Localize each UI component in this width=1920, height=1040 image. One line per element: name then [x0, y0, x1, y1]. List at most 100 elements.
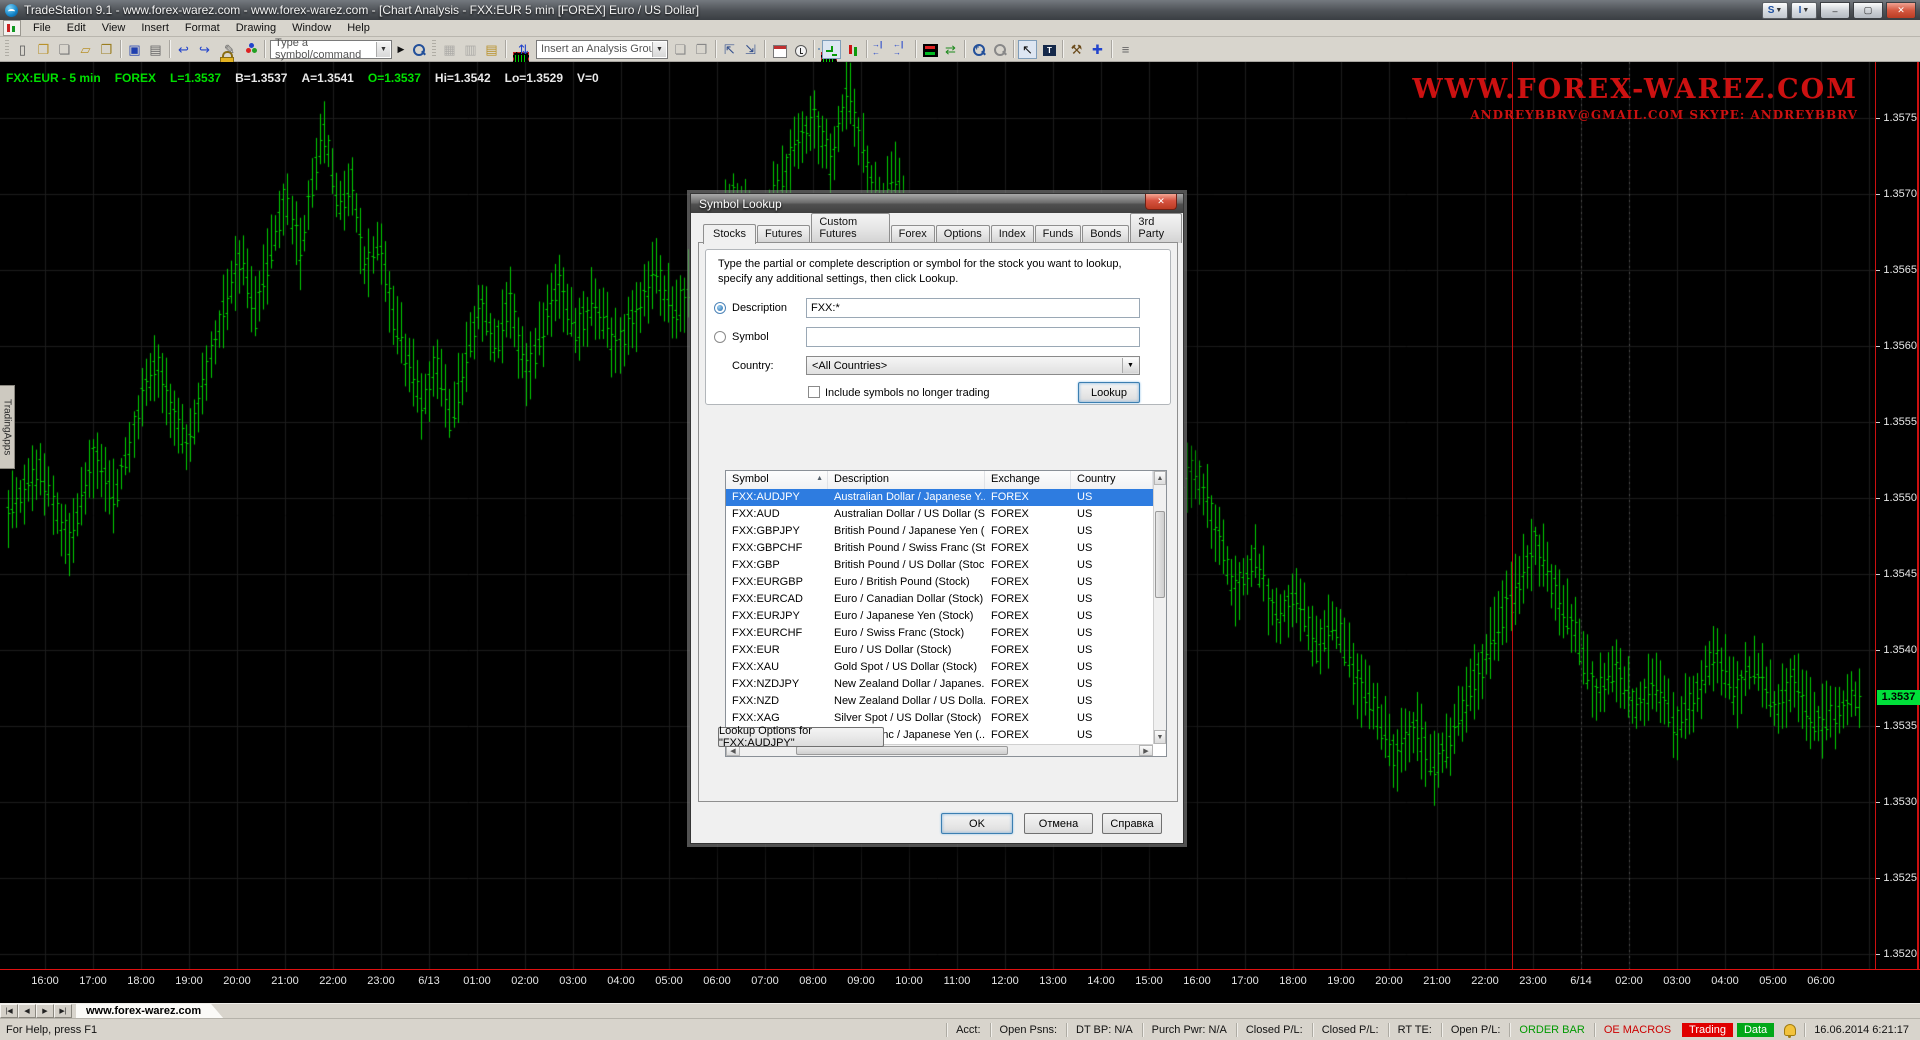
- menu-item-window[interactable]: Window: [284, 21, 339, 35]
- dialog-tab-stocks[interactable]: Stocks: [703, 224, 756, 244]
- tools-icon[interactable]: ⚒: [1067, 40, 1086, 59]
- zoom-in-icon[interactable]: +: [969, 40, 988, 59]
- table-row[interactable]: FXX:GBPJPYBritish Pound / Japanese Yen (…: [726, 523, 1153, 540]
- table-row[interactable]: FXX:EURJPYEuro / Japanese Yen (Stock)FOR…: [726, 608, 1153, 625]
- lock-icon[interactable]: [216, 48, 218, 50]
- dialog-title-bar[interactable]: Symbol Lookup: [691, 194, 1183, 213]
- chevron-down-icon[interactable]: ▼: [1122, 358, 1138, 373]
- symbol-results-table[interactable]: Symbol▲DescriptionExchangeCountry FXX:AU…: [725, 470, 1167, 757]
- candlestick-style-icon[interactable]: [843, 40, 862, 59]
- aux-button-s[interactable]: S▼: [1762, 2, 1788, 19]
- include-symbols-checkbox[interactable]: [808, 386, 820, 398]
- menu-item-insert[interactable]: Insert: [133, 21, 177, 35]
- run-command-button[interactable]: ▶: [394, 40, 408, 59]
- dialog-close-button[interactable]: ✕: [1145, 194, 1177, 210]
- country-select[interactable]: <All Countries> ▼: [806, 356, 1140, 375]
- dialog-tab-forex[interactable]: Forex: [891, 225, 935, 243]
- table-row[interactable]: FXX:EUREuro / US Dollar (Stock)FOREXUS: [726, 642, 1153, 659]
- time-axis[interactable]: 16:0017:0018:0019:0020:0021:0022:0023:00…: [0, 969, 1920, 1003]
- print-icon[interactable]: ▤: [146, 40, 165, 59]
- add-study-icon[interactable]: ✚: [1088, 40, 1107, 59]
- table-row[interactable]: FXX:XAUGold Spot / US Dollar (Stock)FORE…: [726, 659, 1153, 676]
- chart-app-icon[interactable]: [3, 20, 21, 36]
- menu-item-drawing[interactable]: Drawing: [228, 21, 284, 35]
- scroll-down-icon[interactable]: ▼: [1154, 730, 1166, 744]
- window-cascade-icon[interactable]: ❐: [692, 40, 711, 59]
- first-workspace-button[interactable]: |◀: [0, 1004, 18, 1018]
- sort-icon[interactable]: ⇅: [514, 40, 533, 59]
- new-workspace-icon[interactable]: ▯: [13, 40, 32, 59]
- pointer-icon[interactable]: ↖: [1018, 40, 1037, 59]
- column-header-country[interactable]: Country: [1071, 471, 1153, 489]
- symbol-radio[interactable]: [714, 331, 726, 343]
- workspace-tab[interactable]: www.forex-warez.com: [76, 1004, 223, 1018]
- description-input[interactable]: [806, 298, 1140, 318]
- window-back-icon[interactable]: ↩: [174, 40, 193, 59]
- table-row[interactable]: FXX:GBPCHFBritish Pound / Swiss Franc (S…: [726, 540, 1153, 557]
- window-tile-icon[interactable]: ❏: [671, 40, 690, 59]
- menu-item-file[interactable]: File: [25, 21, 59, 35]
- save-icon[interactable]: ▣: [125, 40, 144, 59]
- column-header-exchange[interactable]: Exchange: [985, 471, 1071, 489]
- title-bar[interactable]: TradeStation 9.1 - www.forex-warez.com -…: [0, 0, 1920, 20]
- table-row[interactable]: FXX:GBPBritish Pound / US Dollar (Stock)…: [726, 557, 1153, 574]
- menu-item-help[interactable]: Help: [339, 21, 378, 35]
- colors-icon[interactable]: [241, 40, 260, 59]
- dialog-tab-funds[interactable]: Funds: [1035, 225, 1082, 243]
- symbol-lookup-icon[interactable]: [409, 40, 428, 59]
- dialog-tab-bonds[interactable]: Bonds: [1082, 225, 1129, 243]
- hot-list-chart-icon[interactable]: [510, 48, 512, 50]
- radarscreen-icon[interactable]: ▥: [461, 40, 480, 59]
- notes-list-icon[interactable]: ≡: [1116, 40, 1135, 59]
- workspaces-icon[interactable]: ❏: [55, 40, 74, 59]
- menu-item-format[interactable]: Format: [177, 21, 228, 35]
- line-style-icon[interactable]: [822, 40, 841, 59]
- column-header-description[interactable]: Description: [828, 471, 985, 489]
- chevron-down-icon[interactable]: ▼: [376, 42, 390, 57]
- aux-button-i[interactable]: I▼: [1791, 2, 1817, 19]
- window-forward-icon[interactable]: ↪: [195, 40, 214, 59]
- table-header-row[interactable]: Symbol▲DescriptionExchangeCountry: [726, 471, 1153, 490]
- table-row[interactable]: FXX:EURGBPEuro / British Pound (Stock)FO…: [726, 574, 1153, 591]
- dialog-tab-options[interactable]: Options: [936, 225, 990, 243]
- zoom-out-icon[interactable]: [990, 40, 1009, 59]
- tradingapps-vertical-tab[interactable]: TradingApps: [0, 385, 15, 469]
- analysis-group-combo[interactable]: Insert an Analysis Group▼: [536, 40, 668, 59]
- minimize-button[interactable]: –: [1820, 2, 1850, 19]
- quote-board-icon[interactable]: ▤: [482, 40, 501, 59]
- bar-spacing-increase-icon[interactable]: ←|→: [892, 40, 911, 59]
- format-painter-icon[interactable]: ✎: [220, 40, 239, 59]
- last-workspace-button[interactable]: ▶|: [54, 1004, 72, 1018]
- vertical-scrollbar[interactable]: ▲ ▼: [1153, 471, 1166, 744]
- open-workspace-icon[interactable]: ❐: [34, 40, 53, 59]
- vertical-scroll-thumb[interactable]: [1155, 511, 1165, 598]
- table-row[interactable]: FXX:EURCHFEuro / Swiss Franc (Stock)FORE…: [726, 625, 1153, 642]
- table-body[interactable]: FXX:AUDJPYAustralian Dollar / Japanese Y…: [726, 489, 1153, 744]
- long-short-bars-icon[interactable]: [920, 40, 939, 59]
- table-row[interactable]: FXX:AUDJPYAustralian Dollar / Japanese Y…: [726, 489, 1153, 506]
- table-row[interactable]: FXX:NZDJPYNew Zealand Dollar / Japanes..…: [726, 676, 1153, 693]
- next-workspace-button[interactable]: ▶: [36, 1004, 54, 1018]
- scroll-right-icon[interactable]: ▶: [1139, 745, 1153, 756]
- ok-button[interactable]: OK: [941, 813, 1013, 834]
- menu-item-view[interactable]: View: [94, 21, 134, 35]
- price-axis[interactable]: 1.3537 1.35751.35701.35651.35601.35551.3…: [1875, 62, 1920, 969]
- session-calendar-icon[interactable]: [769, 40, 788, 59]
- auto-arrange-icon[interactable]: ⇄: [941, 40, 960, 59]
- bar-spacing-decrease-icon[interactable]: →|←: [871, 40, 890, 59]
- table-row[interactable]: FXX:EURCADEuro / Canadian Dollar (Stock)…: [726, 591, 1153, 608]
- help-button[interactable]: Справка: [1102, 813, 1162, 834]
- chevron-down-icon[interactable]: ▼: [652, 42, 666, 57]
- dialog-tab-futures[interactable]: Futures: [757, 225, 810, 243]
- prev-workspace-button[interactable]: ◀: [18, 1004, 36, 1018]
- symbol-input[interactable]: [806, 327, 1140, 347]
- chart-receive-icon[interactable]: ⇲: [741, 40, 760, 59]
- table-row[interactable]: FXX:AUDAustralian Dollar / US Dollar (St…: [726, 506, 1153, 523]
- symbol-command-combo[interactable]: Type a symbol/command▼: [270, 40, 392, 59]
- dialog-tab-3rd-party[interactable]: 3rd Party: [1130, 213, 1182, 243]
- menu-item-edit[interactable]: Edit: [59, 21, 94, 35]
- description-radio[interactable]: [714, 302, 726, 314]
- dialog-tab-index[interactable]: Index: [991, 225, 1034, 243]
- folder-icon[interactable]: ❒: [97, 40, 116, 59]
- lookup-button[interactable]: Lookup: [1078, 382, 1140, 403]
